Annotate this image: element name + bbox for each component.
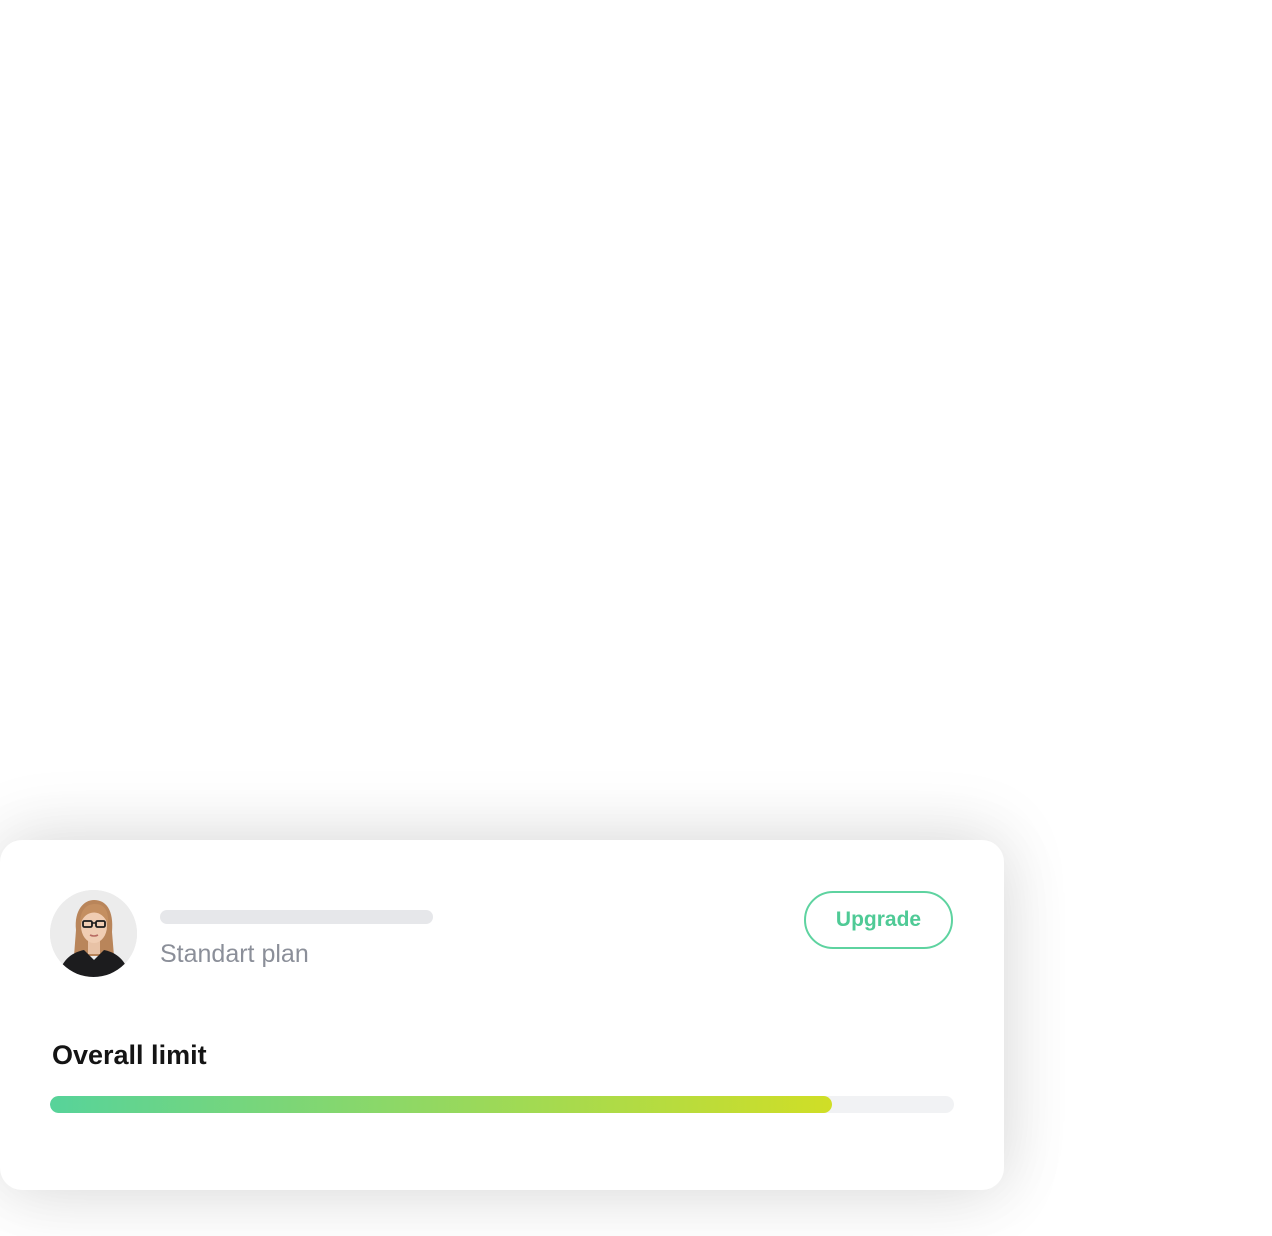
avatar	[50, 890, 137, 977]
plan-label: Standart plan	[160, 940, 309, 968]
plan-card: Standart plan Upgrade Overall limit	[0, 840, 1004, 1190]
page: Standart plan Upgrade Overall limit	[0, 0, 1272, 1236]
upgrade-button[interactable]: Upgrade	[804, 891, 953, 949]
overall-limit-title: Overall limit	[52, 1040, 207, 1070]
overall-limit-progress-bar	[50, 1096, 954, 1113]
user-name-placeholder	[160, 910, 433, 924]
overall-limit-progress-fill	[50, 1096, 832, 1113]
avatar-photo-icon	[50, 890, 137, 977]
